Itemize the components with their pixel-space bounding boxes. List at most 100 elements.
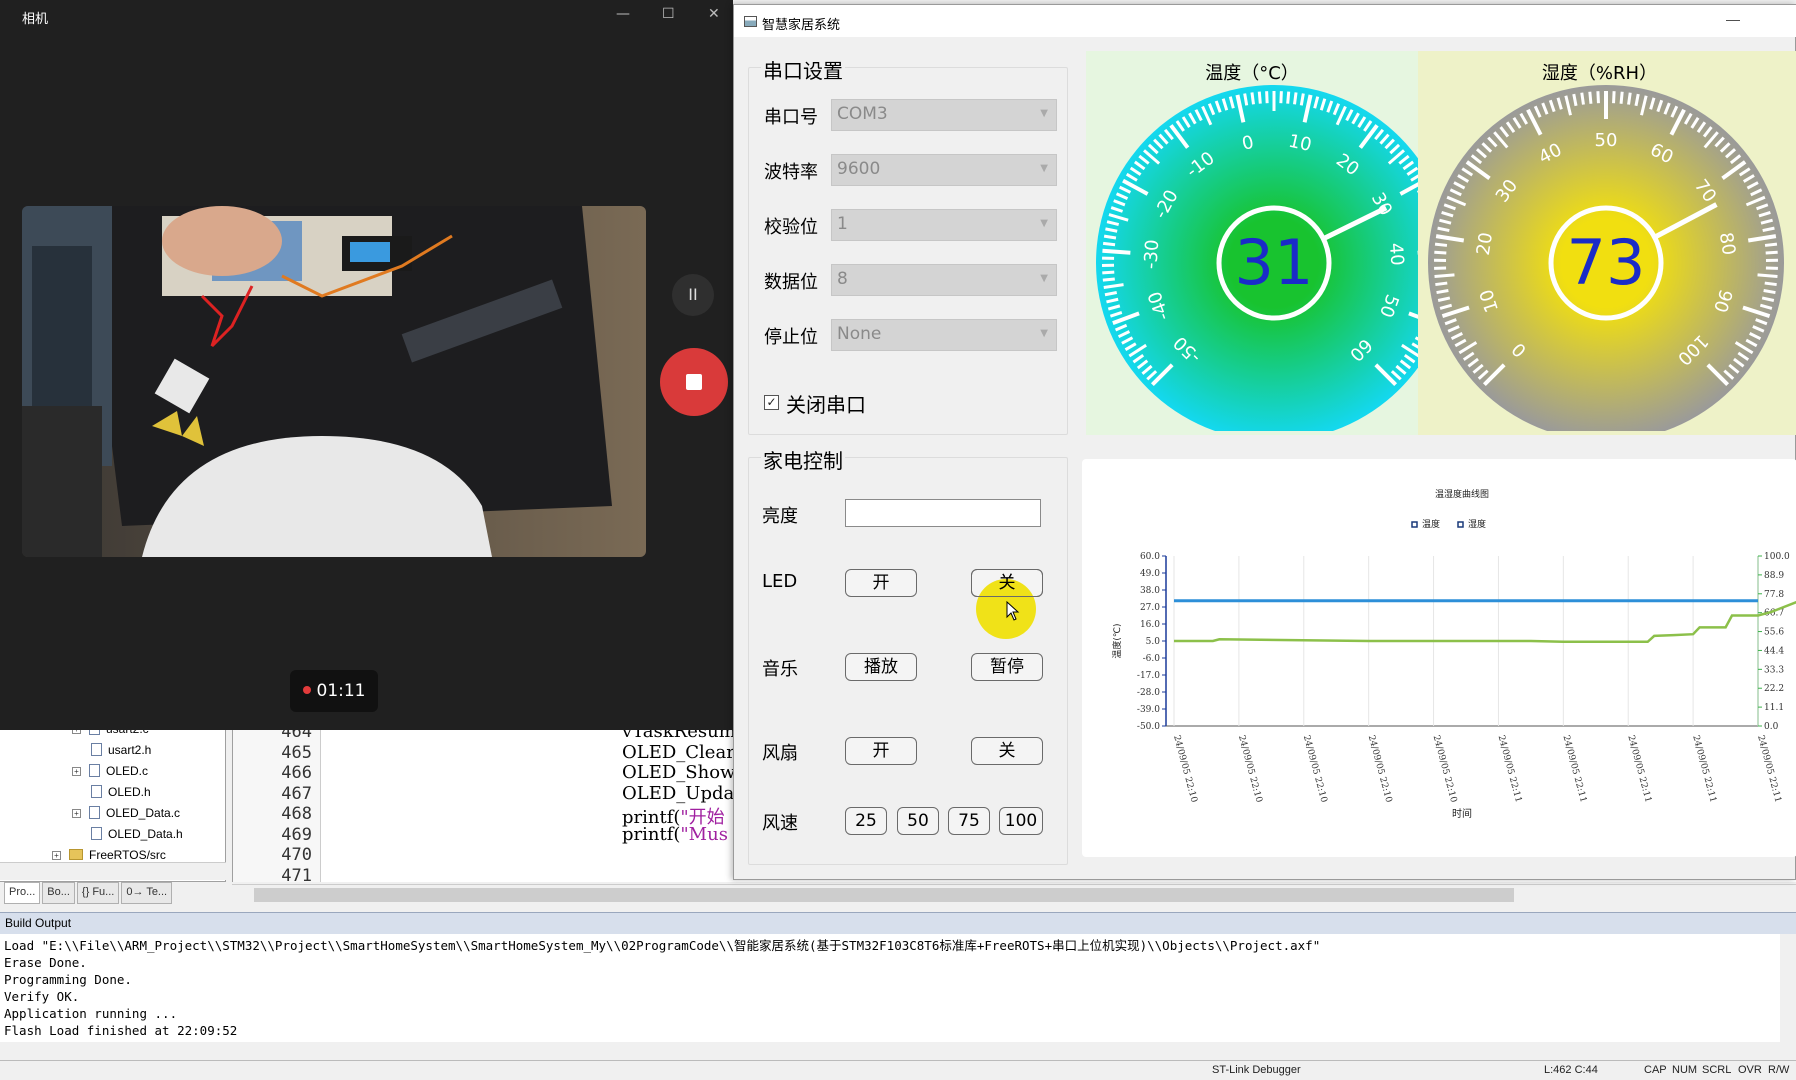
y-left-tick-label: -28.0 <box>1137 688 1160 698</box>
expand-icon[interactable]: + <box>52 851 61 860</box>
gauge-tick <box>1764 281 1777 287</box>
brightness-slider[interactable] <box>845 499 1041 527</box>
tree-item-label: OLED.c <box>106 764 149 778</box>
project-tab[interactable]: 0→ Te... <box>121 882 173 904</box>
y-right-tick-label: 77.8 <box>1764 590 1784 600</box>
build-output-scrollbar[interactable] <box>1780 934 1796 1042</box>
temp-humidity-chart: 温湿度曲线图温度 湿度 24/09/05 22:10 24/09/05 22:10 24… <box>1111 488 1796 820</box>
window-title: 智慧家居系统 <box>762 17 841 32</box>
gauge-tick <box>1265 91 1269 104</box>
tree-item[interactable]: + OLED_Data.c <box>72 806 180 826</box>
serial-field-combo[interactable]: None ▼ <box>831 319 1057 351</box>
minimize-button[interactable]: — <box>616 6 630 22</box>
project-tab[interactable]: Pro... <box>4 882 41 904</box>
music-pause-button[interactable]: 暂停 <box>971 653 1043 681</box>
fan-speed-label: 风速 <box>762 813 798 834</box>
status-ovr: OVR <box>1738 1064 1762 1076</box>
x-tick-label: 24/09/05 22:11 <box>1755 734 1783 803</box>
y-right-tick-label: 44.4 <box>1764 646 1784 656</box>
chevron-down-icon: ▼ <box>1040 163 1048 174</box>
folder-icon <box>69 849 83 860</box>
scrollbar-thumb[interactable] <box>254 888 1514 902</box>
gauge-tick-label: 80 <box>1715 231 1739 257</box>
gauge-value: 73 <box>1567 226 1646 299</box>
x-tick-label: 24/09/05 22:10 <box>1171 734 1199 804</box>
build-output-panel[interactable]: Load "E:\\File\\ARM_Project\\STM32\\Proj… <box>0 934 1780 1042</box>
line-number: 466 <box>281 763 312 783</box>
file-icon <box>89 806 100 819</box>
y-left-tick-label: -50.0 <box>1137 722 1160 732</box>
temp-humidity-chart-panel: 温湿度曲线图 温度 湿度 24/09/05 22:10 24/09/05 22:10 24… <box>1082 459 1796 857</box>
line-number: 470 <box>281 845 312 865</box>
serial-field-label: 校验位 <box>764 217 818 238</box>
status-cap: CAP <box>1644 1064 1667 1076</box>
fan-speed-button[interactable]: 75 <box>948 807 990 835</box>
gauge-tick <box>1763 289 1776 295</box>
fan-off-button[interactable]: 关 <box>971 737 1043 765</box>
close-button[interactable]: ✕ <box>708 6 720 22</box>
x-tick-label: 24/09/05 22:10 <box>1431 734 1459 804</box>
tree-item[interactable]: OLED_Data.h <box>72 827 183 847</box>
y-left-tick-label: -39.0 <box>1137 705 1160 715</box>
tree-horizontal-scrollbar[interactable] <box>0 862 226 880</box>
temperature-gauge-panel: 温度（°C） -50 -40 -30 -20 -10 0 10 20 30 40 50 60 31 <box>1086 51 1418 435</box>
gauge-value: 31 <box>1235 226 1314 299</box>
y-left-tick-label: 38.0 <box>1140 586 1160 596</box>
chevron-down-icon: ▼ <box>1040 218 1048 229</box>
project-tab[interactable]: Bo... <box>42 882 75 904</box>
serial-field-combo[interactable]: 9600 ▼ <box>831 154 1057 186</box>
y-left-tick-label: -17.0 <box>1137 671 1160 681</box>
y-left-tick-label: -6.0 <box>1143 654 1161 664</box>
stop-recording-button[interactable] <box>660 348 728 416</box>
code-line[interactable]: printf("Mus <box>622 824 728 845</box>
window-titlebar: 智慧家居系统 — <box>734 5 1796 37</box>
chart-title: 温湿度曲线图 <box>1435 488 1489 500</box>
legend-marker <box>1457 521 1464 528</box>
x-tick-label: 24/09/05 22:10 <box>1236 734 1264 804</box>
tree-item[interactable]: + OLED.c <box>72 764 148 784</box>
gauge-tick <box>1103 234 1117 240</box>
serial-field-combo[interactable]: COM3 ▼ <box>831 99 1057 131</box>
status-position: L:462 C:44 <box>1544 1064 1598 1076</box>
project-tree[interactable]: +usart2.cusart2.h+OLED.cOLED.h+OLED_Data… <box>0 722 226 882</box>
x-tick-label: 24/09/05 22:11 <box>1496 734 1524 803</box>
recording-dot-icon <box>302 686 311 694</box>
fan-speed-button[interactable]: 100 <box>999 807 1043 835</box>
build-output-header: Build Output <box>0 912 1796 934</box>
y-left-tick-label: 60.0 <box>1140 552 1160 562</box>
led-off-button-overlay[interactable]: 关 <box>971 569 1043 597</box>
pause-button[interactable]: II <box>672 274 714 316</box>
stop-icon <box>686 374 702 390</box>
temperature-gauge: -50-40-30-20-100 10203040506031 <box>1086 51 1418 435</box>
gauge-tick <box>1293 92 1298 105</box>
y-left-tick-label: 16.0 <box>1140 620 1160 630</box>
music-play-button[interactable]: 播放 <box>845 653 917 681</box>
expand-icon[interactable]: + <box>72 767 81 776</box>
maximize-button[interactable]: ☐ <box>662 6 675 22</box>
gauge-tick <box>1757 273 1778 278</box>
y-right-tick-label: 55.6 <box>1764 628 1784 638</box>
camera-title: 相机 <box>22 12 49 27</box>
tree-item[interactable]: usart2.h <box>72 743 151 763</box>
tree-item[interactable]: OLED.h <box>72 785 151 805</box>
line-number: 467 <box>281 783 312 804</box>
minimize-button[interactable]: — <box>1726 11 1740 27</box>
chevron-down-icon: ▼ <box>1040 273 1048 284</box>
fan-on-button[interactable]: 开 <box>845 737 917 765</box>
tree-item-label: OLED_Data.h <box>108 827 183 841</box>
serial-field-combo[interactable]: 1 ▼ <box>831 209 1057 241</box>
expand-icon[interactable]: + <box>72 809 81 818</box>
code-line[interactable]: OLED_ClearA <box>622 742 748 763</box>
serial-field-label: 数据位 <box>764 272 818 293</box>
serial-field-combo[interactable]: 8 ▼ <box>831 264 1057 296</box>
gauge-tick-label: 50 <box>1595 130 1618 151</box>
fan-speed-button[interactable]: 25 <box>845 807 887 835</box>
editor-horizontal-scrollbar[interactable] <box>232 884 1796 906</box>
build-output-line: Application running ... <box>4 1006 178 1021</box>
led-on-button[interactable]: 开 <box>845 569 917 597</box>
x-tick-label: 24/09/05 22:11 <box>1690 734 1718 803</box>
fan-speed-button[interactable]: 50 <box>897 807 939 835</box>
legend-marker <box>1411 521 1418 528</box>
project-tab[interactable]: {} Fu... <box>76 882 120 904</box>
close-port-checkbox[interactable]: ✓ <box>764 395 779 410</box>
